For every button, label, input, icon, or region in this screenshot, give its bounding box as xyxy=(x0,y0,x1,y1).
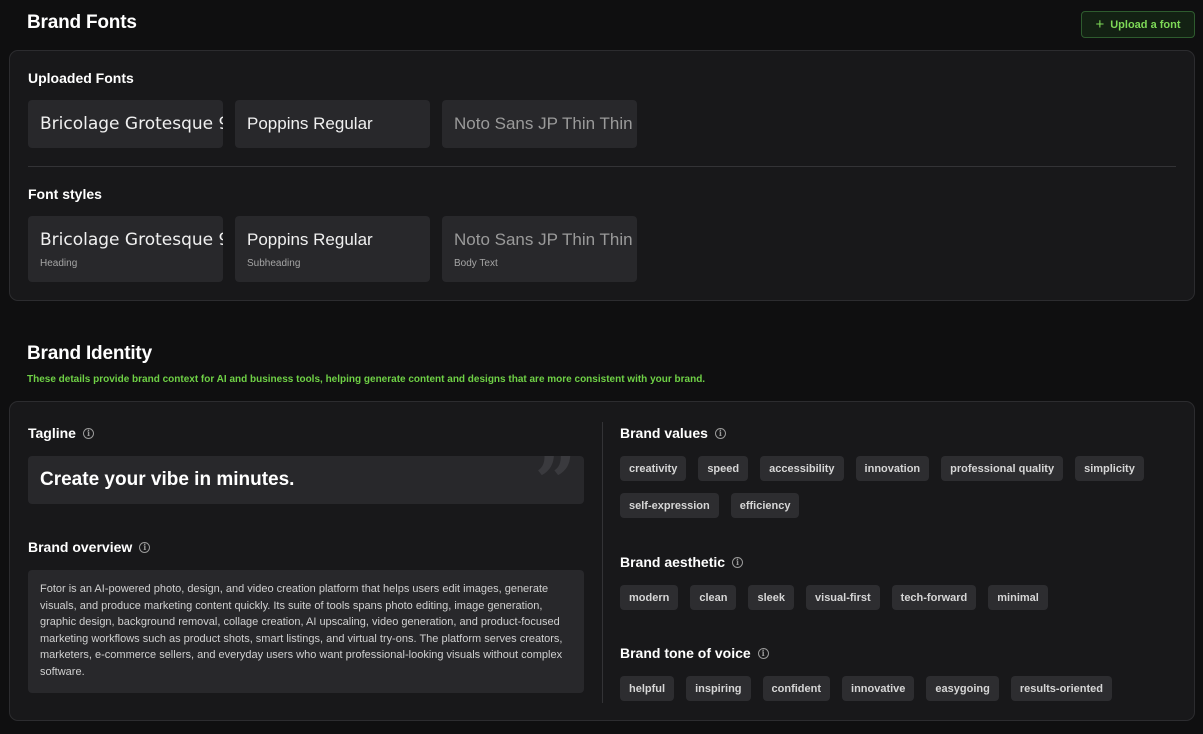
font-style-card-subheading[interactable]: Poppins Regular Subheading xyxy=(235,216,430,282)
tagline-text: Create your vibe in minutes. xyxy=(40,469,295,490)
font-name: Poppins Regular xyxy=(247,230,373,249)
upload-font-button[interactable]: + Upload a font xyxy=(1081,11,1195,38)
tone-label: Brand tone of voice i xyxy=(620,645,769,661)
font-name: Poppins Regular xyxy=(247,114,373,133)
tone-chips: helpful inspiring confident innovative easyg… xyxy=(620,676,1180,701)
font-role: Subheading xyxy=(247,258,301,269)
font-name: Noto Sans JP Thin Thin xyxy=(454,230,633,249)
uploaded-font-card[interactable]: Noto Sans JP Thin Thin xyxy=(442,100,637,148)
tone-chip[interactable]: helpful xyxy=(620,676,675,701)
info-icon[interactable]: i xyxy=(732,556,744,568)
values-chip[interactable]: simplicity xyxy=(1075,456,1144,481)
tone-label-text: Brand tone of voice xyxy=(620,645,751,661)
aesthetic-chip[interactable]: clean xyxy=(690,585,737,610)
font-role: Body Text xyxy=(454,258,498,269)
values-chip[interactable]: professional quality xyxy=(941,456,1064,481)
info-icon[interactable]: i xyxy=(714,427,726,439)
uploaded-font-card[interactable]: Poppins Regular xyxy=(235,100,430,148)
values-chips: creativity speed accessibility innovation pr… xyxy=(620,456,1180,518)
font-name: Bricolage Grotesque 96pt Regular xyxy=(40,114,223,134)
overview-field[interactable]: Fotor is an AI-powered photo, design, an… xyxy=(28,570,584,693)
values-label: Brand values i xyxy=(620,425,726,441)
uploaded-fonts-title: Uploaded Fonts xyxy=(28,70,134,86)
font-style-card-heading[interactable]: Bricolage Grotesque 96pt Regular Heading xyxy=(28,216,223,282)
tone-chip[interactable]: inspiring xyxy=(686,676,751,701)
values-label-text: Brand values xyxy=(620,425,708,441)
overview-label: Brand overview i xyxy=(28,539,151,555)
values-chip[interactable]: self-expression xyxy=(620,493,719,518)
plus-icon: + xyxy=(1095,15,1105,33)
values-chip[interactable]: creativity xyxy=(620,456,687,481)
overview-label-text: Brand overview xyxy=(28,539,133,555)
aesthetic-label-text: Brand aesthetic xyxy=(620,554,726,570)
tagline-field[interactable]: Create your vibe in minutes. ” xyxy=(28,456,584,504)
values-chip[interactable]: efficiency xyxy=(730,493,800,518)
uploaded-font-card[interactable]: Bricolage Grotesque 96pt Regular xyxy=(28,100,223,148)
aesthetic-chips: modern clean sleek visual-first tech-forward… xyxy=(620,585,1180,610)
tone-chip[interactable]: results-oriented xyxy=(1010,676,1112,701)
fonts-divider xyxy=(28,166,1176,167)
aesthetic-chip[interactable]: visual-first xyxy=(806,585,880,610)
upload-font-label: Upload a font xyxy=(1110,18,1181,31)
aesthetic-chip[interactable]: modern xyxy=(620,585,679,610)
info-icon[interactable]: i xyxy=(82,427,94,439)
values-chip[interactable]: innovation xyxy=(855,456,930,481)
brand-fonts-title: Brand Fonts xyxy=(27,12,137,33)
font-style-card-body[interactable]: Noto Sans JP Thin Thin Body Text xyxy=(442,216,637,282)
font-name: Bricolage Grotesque 96pt Regular xyxy=(40,230,223,250)
font-styles-title: Font styles xyxy=(28,186,102,202)
tagline-label: Tagline i xyxy=(28,425,94,441)
aesthetic-chip[interactable]: minimal xyxy=(988,585,1048,610)
info-icon[interactable]: i xyxy=(139,541,151,553)
tagline-label-text: Tagline xyxy=(28,425,76,441)
font-name: Noto Sans JP Thin Thin xyxy=(454,114,633,133)
quote-icon: ” xyxy=(534,456,576,504)
aesthetic-label: Brand aesthetic i xyxy=(620,554,744,570)
brand-identity-title: Brand Identity xyxy=(27,343,152,364)
aesthetic-chip[interactable]: tech-forward xyxy=(891,585,977,610)
font-role: Heading xyxy=(40,258,78,269)
info-icon[interactable]: i xyxy=(757,647,769,659)
tone-chip[interactable]: confident xyxy=(762,676,831,701)
values-chip[interactable]: speed xyxy=(698,456,749,481)
tone-chip[interactable]: easygoing xyxy=(926,676,999,701)
brand-identity-subtitle: These details provide brand context for … xyxy=(27,374,706,385)
tone-chip[interactable]: innovative xyxy=(842,676,915,701)
column-divider xyxy=(602,422,603,703)
values-chip[interactable]: accessibility xyxy=(760,456,844,481)
aesthetic-chip[interactable]: sleek xyxy=(748,585,795,610)
